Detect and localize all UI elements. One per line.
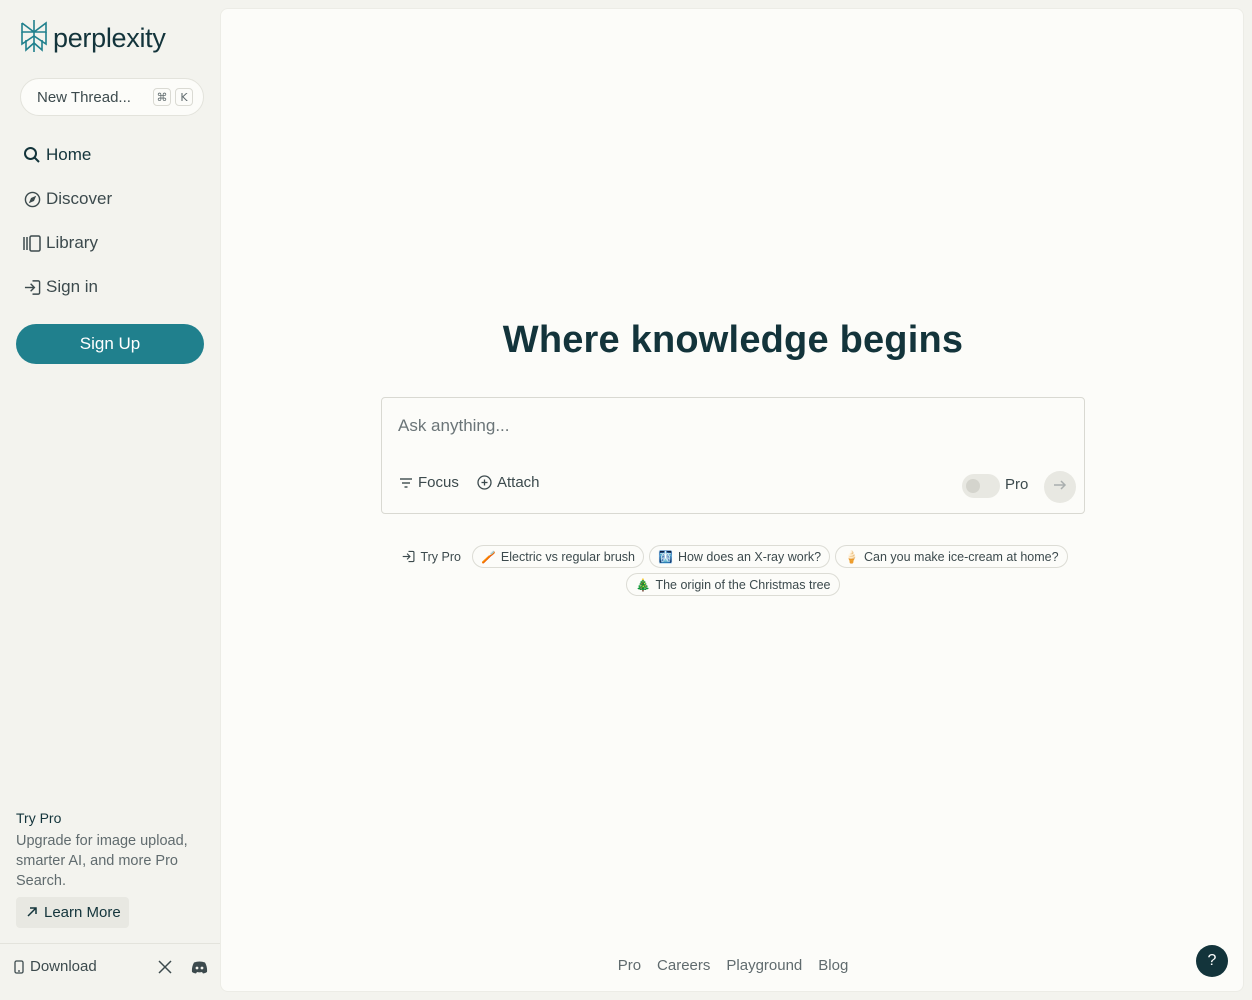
xray-icon: 🩻 — [657, 549, 673, 564]
attach-label: Attach — [497, 474, 540, 491]
sign-in-icon — [22, 277, 42, 297]
perplexity-logo-icon — [19, 19, 49, 58]
footer-links: Pro Careers Playground Blog — [221, 957, 1245, 974]
suggestion-label: How does an X-ray work? — [677, 549, 822, 564]
sidebar-item-library[interactable]: Library — [22, 228, 202, 258]
try-pro-title: Try Pro — [16, 810, 62, 826]
library-icon — [22, 233, 42, 253]
plus-circle-icon — [477, 475, 492, 490]
footer-link-careers[interactable]: Careers — [657, 957, 710, 974]
suggestion-chip[interactable]: 🪥 Electric vs regular brush — [471, 545, 644, 568]
christmas-tree-icon: 🎄 — [635, 577, 651, 592]
sidebar-item-label: Library — [46, 233, 98, 252]
sidebar-item-home[interactable]: Home — [22, 140, 202, 170]
download-link[interactable]: Download — [14, 958, 97, 975]
pro-toggle[interactable] — [962, 474, 1000, 498]
suggestion-chip[interactable]: 🍦 Can you make ice-cream at home? — [835, 545, 1068, 568]
focus-label: Focus — [418, 474, 459, 491]
ice-cream-icon: 🍦 — [844, 549, 860, 564]
discord-icon[interactable] — [191, 961, 208, 979]
new-thread-label: New Thread... — [37, 88, 131, 106]
learn-more-button[interactable]: Learn More — [16, 897, 129, 928]
logo[interactable]: perplexity — [19, 19, 166, 58]
footer-link-pro[interactable]: Pro — [618, 957, 641, 974]
focus-button[interactable]: Focus — [399, 474, 459, 491]
help-button[interactable]: ? — [1196, 945, 1228, 977]
main-panel: Where knowledge begins Focus Attach Pro — [220, 8, 1244, 992]
suggestion-chips: Try Pro 🪥 Electric vs regular brush 🩻 Ho… — [381, 545, 1085, 596]
search-icon — [22, 145, 42, 165]
download-label: Download — [30, 958, 97, 975]
compass-icon — [22, 189, 42, 209]
suggestion-label: Electric vs regular brush — [500, 549, 635, 564]
sidebar-item-discover[interactable]: Discover — [22, 184, 202, 214]
sign-in-icon — [402, 550, 415, 563]
suggestion-label: Try Pro — [420, 549, 461, 564]
footer-link-playground[interactable]: Playground — [726, 957, 802, 974]
pro-label: Pro — [1005, 476, 1029, 493]
sidebar-item-label: Sign in — [46, 277, 98, 296]
command-key: ⌘ — [153, 88, 171, 106]
arrow-right-icon — [1053, 478, 1067, 496]
ask-box: Focus Attach Pro — [381, 397, 1085, 514]
sign-up-button[interactable]: Sign Up — [16, 324, 204, 364]
toggle-knob — [966, 479, 980, 493]
x-twitter-icon[interactable] — [158, 960, 172, 979]
phone-icon — [14, 959, 24, 974]
brand-name: perplexity — [53, 23, 166, 53]
sidebar-item-label: Home — [46, 145, 92, 164]
footer-link-blog[interactable]: Blog — [818, 957, 848, 974]
suggestion-chip[interactable]: 🩻 How does an X-ray work? — [648, 545, 831, 568]
learn-more-label: Learn More — [44, 904, 121, 921]
sidebar: perplexity New Thread... ⌘ K Home Discov… — [0, 0, 220, 1000]
suggestion-try-pro[interactable]: Try Pro — [398, 545, 467, 568]
submit-button[interactable] — [1044, 471, 1076, 503]
filter-icon — [399, 477, 413, 489]
suggestion-chip[interactable]: 🎄 The origin of the Christmas tree — [626, 573, 840, 596]
try-pro-panel: Try Pro Upgrade for image upload, smarte… — [16, 810, 211, 928]
k-key: K — [175, 88, 193, 106]
try-pro-description: Upgrade for image upload, smarter AI, an… — [16, 833, 188, 889]
new-thread-button[interactable]: New Thread... ⌘ K — [20, 78, 204, 116]
ask-input[interactable] — [398, 414, 1058, 438]
page-title: Where knowledge begins — [502, 319, 964, 361]
suggestion-label: The origin of the Christmas tree — [655, 577, 831, 592]
toothbrush-icon: 🪥 — [480, 549, 496, 564]
suggestion-label: Can you make ice-cream at home? — [864, 549, 1059, 564]
attach-button[interactable]: Attach — [477, 474, 540, 491]
arrow-up-right-icon — [26, 905, 38, 921]
sidebar-footer: Download — [0, 943, 220, 1000]
sidebar-item-label: Discover — [46, 189, 113, 208]
sidebar-item-sign-in[interactable]: Sign in — [22, 272, 202, 302]
